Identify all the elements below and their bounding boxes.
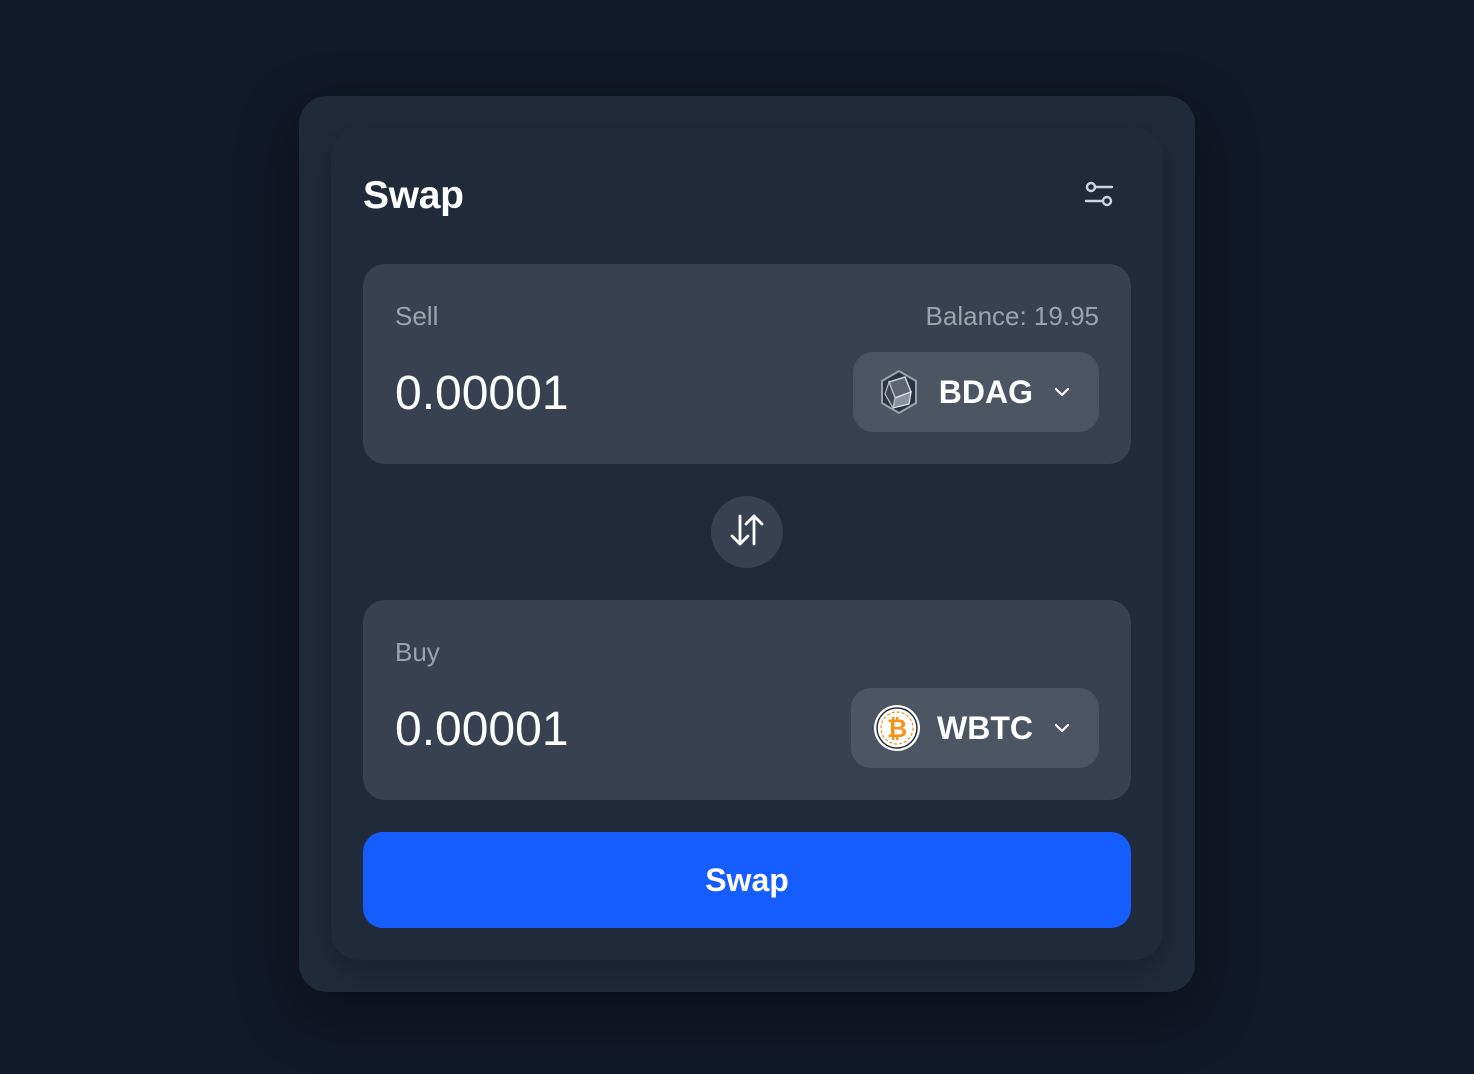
- buy-panel: Buy ₿ WBTC: [363, 600, 1131, 800]
- svg-text:₿: ₿: [887, 714, 907, 743]
- chevron-down-icon: [1053, 722, 1071, 734]
- sell-token-select[interactable]: BDAG: [852, 352, 1099, 432]
- sell-token-symbol: BDAG: [938, 373, 1033, 410]
- swap-title: Swap: [363, 174, 464, 217]
- sliders-icon: [1083, 178, 1115, 215]
- sell-label: Sell: [395, 301, 439, 331]
- bdag-cube-icon: [875, 368, 923, 416]
- buy-token-select[interactable]: ₿ WBTC: [851, 688, 1099, 768]
- sell-panel: Sell Balance: 19.95 BDAG: [363, 264, 1131, 464]
- bitcoin-icon: ₿: [873, 704, 921, 752]
- swap-button[interactable]: Swap: [363, 832, 1131, 928]
- swap-card: Swap Sell Balance: 19.95 0.00001 BDAG Bu…: [331, 128, 1163, 960]
- arrows-up-down-icon: [728, 511, 766, 554]
- sell-balance: Balance: 19.95: [925, 301, 1099, 331]
- flip-tokens-button[interactable]: [711, 496, 783, 568]
- settings-button[interactable]: [1081, 178, 1117, 214]
- sell-amount-input[interactable]: [395, 362, 815, 424]
- buy-label: Buy: [395, 637, 440, 667]
- buy-amount-input[interactable]: [395, 698, 815, 760]
- buy-token-symbol: WBTC: [937, 709, 1033, 746]
- swap-card-outer: Swap Sell Balance: 19.95 0.00001 BDAG Bu…: [299, 96, 1195, 992]
- chevron-down-icon: [1053, 386, 1071, 398]
- swap-header: Swap: [363, 176, 1131, 216]
